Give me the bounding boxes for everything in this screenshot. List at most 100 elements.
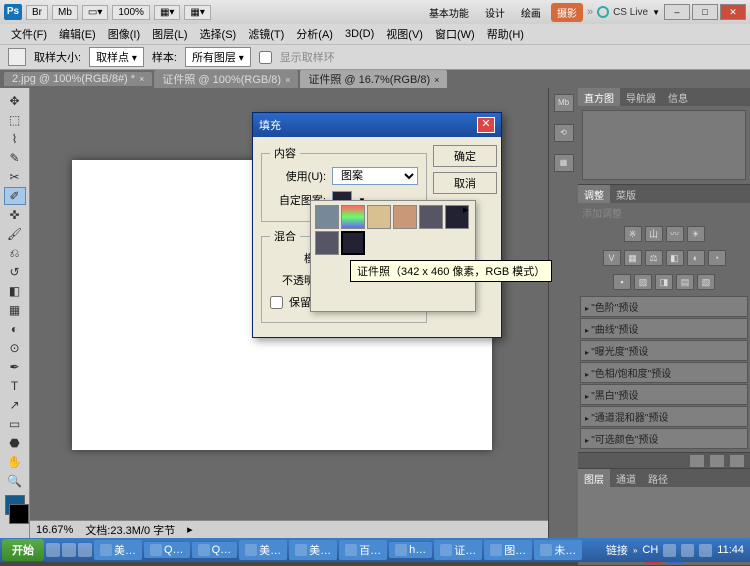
taskbar-item[interactable]: 美… bbox=[239, 540, 287, 560]
extras-button[interactable]: ▦▾ bbox=[184, 5, 210, 20]
show-ring-checkbox[interactable] bbox=[259, 51, 272, 64]
history-panel-icon[interactable]: ⟲ bbox=[554, 124, 574, 142]
taskbar-item[interactable]: Q… bbox=[192, 542, 238, 558]
menu-analysis[interactable]: 分析(A) bbox=[291, 24, 338, 44]
quickselect-tool[interactable]: ✎ bbox=[4, 149, 26, 167]
taskbar-item[interactable]: 未… bbox=[534, 540, 582, 560]
panel-footer-trash-icon[interactable] bbox=[730, 455, 744, 467]
doc-tab-1[interactable]: 2.jpg @ 100%(RGB/8#) *× bbox=[4, 72, 152, 86]
quicklaunch-icon[interactable] bbox=[46, 543, 60, 557]
menu-select[interactable]: 选择(S) bbox=[195, 24, 242, 44]
preset-bw[interactable]: "黑白"预设 bbox=[580, 384, 748, 405]
eraser-tool[interactable]: ◧ bbox=[4, 282, 26, 300]
crop-tool[interactable]: ✂ bbox=[4, 168, 26, 186]
gradient-tool[interactable]: ▦ bbox=[4, 301, 26, 319]
menu-layer[interactable]: 图层(L) bbox=[147, 24, 192, 44]
pattern-thumb[interactable] bbox=[367, 205, 391, 229]
dialog-titlebar[interactable]: 填充 ✕ bbox=[253, 113, 501, 137]
tray-icon[interactable] bbox=[699, 544, 712, 557]
panel-footer-icon1[interactable] bbox=[690, 455, 704, 467]
quicklaunch-icon[interactable] bbox=[78, 543, 92, 557]
zoom-tool[interactable]: 🔍 bbox=[4, 472, 26, 490]
menu-edit[interactable]: 编辑(E) bbox=[54, 24, 101, 44]
taskbar-item[interactable]: h… bbox=[389, 542, 432, 558]
preset-selectivecolor[interactable]: "可选颜色"预设 bbox=[580, 428, 748, 449]
preset-levels[interactable]: "色阶"预设 bbox=[580, 296, 748, 317]
arrange-button[interactable]: ▦▾ bbox=[154, 5, 180, 20]
3d-tool[interactable]: ⬣ bbox=[4, 434, 26, 452]
taskbar-item[interactable]: 美… bbox=[289, 540, 337, 560]
blur-tool[interactable]: ◐ bbox=[4, 320, 26, 338]
menu-image[interactable]: 图像(I) bbox=[103, 24, 145, 44]
zoom-readout[interactable]: 16.67% bbox=[36, 524, 73, 536]
doc-tab-3[interactable]: 证件照 @ 16.7%(RGB/8)× bbox=[300, 70, 447, 88]
swatches-panel-icon[interactable]: ▦ bbox=[554, 154, 574, 172]
channelmixer-icon[interactable]: ◔ bbox=[708, 250, 726, 266]
tab-info[interactable]: 信息 bbox=[662, 88, 694, 106]
tab-masks[interactable]: 菜版 bbox=[610, 185, 642, 203]
cancel-button[interactable]: 取消 bbox=[433, 172, 497, 194]
menu-filter[interactable]: 滤镜(T) bbox=[243, 24, 289, 44]
stamp-tool[interactable]: ⎌ bbox=[4, 244, 26, 262]
tab-paths[interactable]: 路径 bbox=[642, 469, 674, 487]
levels-icon[interactable]: ⼭ bbox=[645, 226, 663, 242]
workspace-paint[interactable]: 绘画 bbox=[515, 3, 547, 22]
pen-tool[interactable]: ✒ bbox=[4, 358, 26, 376]
curves-icon[interactable]: 〰 bbox=[666, 226, 684, 242]
pattern-thumb[interactable] bbox=[315, 205, 339, 229]
shape-tool[interactable]: ▭ bbox=[4, 415, 26, 433]
panel-footer-icon2[interactable] bbox=[710, 455, 724, 467]
threshold-icon[interactable]: ◨ bbox=[655, 274, 673, 290]
preset-exposure[interactable]: "曝光度"预设 bbox=[580, 340, 748, 361]
marquee-tool[interactable]: ⬚ bbox=[4, 111, 26, 129]
tab-channels[interactable]: 通道 bbox=[610, 469, 642, 487]
preserve-transparency-checkbox[interactable] bbox=[270, 296, 283, 309]
menu-3d[interactable]: 3D(D) bbox=[340, 26, 379, 42]
sample-select[interactable]: 所有图层 ▾ bbox=[185, 47, 251, 67]
taskbar-item[interactable]: 百… bbox=[339, 540, 387, 560]
menu-help[interactable]: 帮助(H) bbox=[482, 24, 529, 44]
workspace-design[interactable]: 设计 bbox=[479, 3, 511, 22]
selectivecolor-icon[interactable]: ▧ bbox=[697, 274, 715, 290]
minimize-button[interactable]: – bbox=[664, 4, 690, 20]
screenmode-button[interactable]: ▭▾ bbox=[82, 5, 108, 20]
sample-size-select[interactable]: 取样点 ▾ bbox=[89, 47, 144, 67]
taskbar-item[interactable]: 美… bbox=[94, 540, 142, 560]
posterize-icon[interactable]: ▨ bbox=[634, 274, 652, 290]
tray-links-label[interactable]: 链接 bbox=[606, 542, 628, 558]
use-select[interactable]: 图案 bbox=[332, 167, 418, 185]
ok-button[interactable]: 确定 bbox=[433, 145, 497, 167]
hue-icon[interactable]: ▦ bbox=[624, 250, 642, 266]
eyedropper-tool[interactable]: ✐ bbox=[4, 187, 26, 205]
dodge-tool[interactable]: ⊙ bbox=[4, 339, 26, 357]
menu-view[interactable]: 视图(V) bbox=[381, 24, 428, 44]
pattern-thumb-selected[interactable] bbox=[341, 231, 365, 255]
exposure-icon[interactable]: ☀ bbox=[687, 226, 705, 242]
tray-icon[interactable] bbox=[681, 544, 694, 557]
tray-icon[interactable] bbox=[663, 544, 676, 557]
lasso-tool[interactable]: ⌇ bbox=[4, 130, 26, 148]
bw-icon[interactable]: ◧ bbox=[666, 250, 684, 266]
photofilter-icon[interactable]: ◐ bbox=[687, 250, 705, 266]
taskbar-item[interactable]: 图… bbox=[484, 540, 532, 560]
preset-hue[interactable]: "色相/饱和度"预设 bbox=[580, 362, 748, 383]
gradientmap-icon[interactable]: ▤ bbox=[676, 274, 694, 290]
invert-icon[interactable]: ▪ bbox=[613, 274, 631, 290]
ime-language[interactable]: CH bbox=[642, 544, 658, 556]
heal-tool[interactable]: ✜ bbox=[4, 206, 26, 224]
background-swatch[interactable] bbox=[9, 504, 29, 524]
pattern-thumb[interactable] bbox=[393, 205, 417, 229]
taskbar-item[interactable]: 证… bbox=[434, 540, 482, 560]
type-tool[interactable]: T bbox=[4, 377, 26, 395]
minibridge-button[interactable]: Mb bbox=[52, 5, 78, 20]
menu-file[interactable]: 文件(F) bbox=[6, 24, 52, 44]
brightness-icon[interactable]: ※ bbox=[624, 226, 642, 242]
path-tool[interactable]: ↗ bbox=[4, 396, 26, 414]
brush-tool[interactable]: 🖌 bbox=[4, 225, 26, 243]
quicklaunch-icon[interactable] bbox=[62, 543, 76, 557]
doc-tab-2[interactable]: 证件照 @ 100%(RGB/8)× bbox=[154, 70, 298, 88]
vibrance-icon[interactable]: V bbox=[603, 250, 621, 266]
tab-adjustments[interactable]: 调整 bbox=[578, 185, 610, 203]
minibridge-panel-icon[interactable]: Mb bbox=[554, 94, 574, 112]
pattern-thumb[interactable] bbox=[419, 205, 443, 229]
